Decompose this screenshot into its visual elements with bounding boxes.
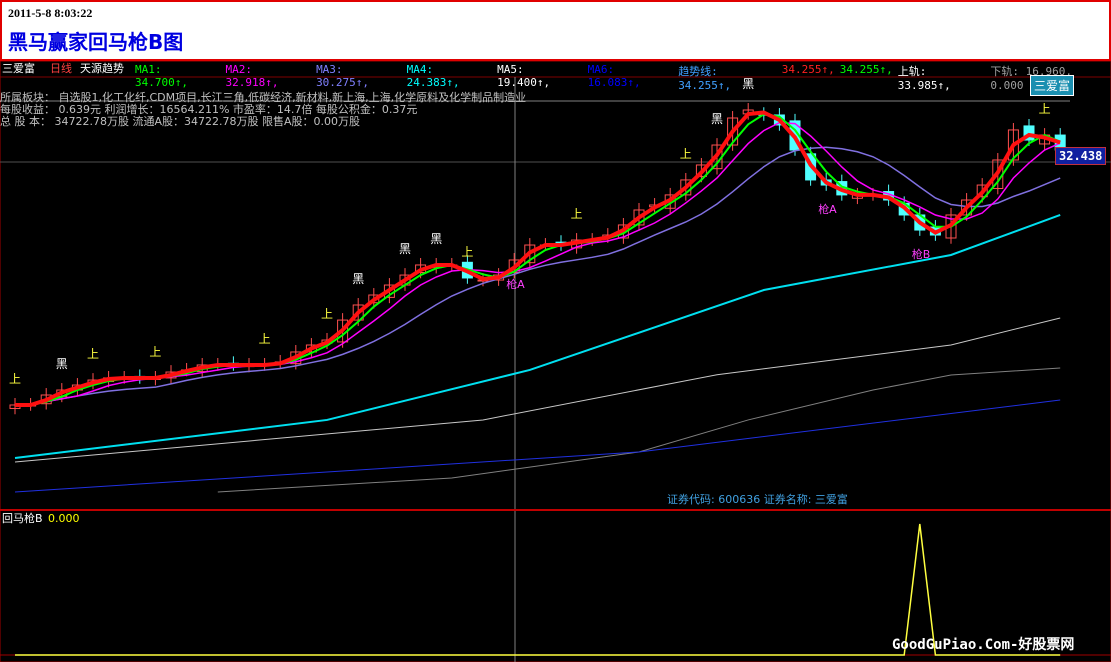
- annotation-label: 黑: [711, 112, 723, 126]
- annotation-label: 上: [321, 307, 333, 321]
- signal-label: 枪A: [818, 202, 837, 216]
- annotation-label: 上: [461, 245, 473, 259]
- annotation-label: 上: [149, 345, 161, 359]
- period-label[interactable]: 日线: [50, 63, 72, 75]
- annotation-label: 上: [680, 147, 692, 161]
- annotation-label: 黑: [430, 232, 442, 246]
- watermark: GoodGuPiao.Com-好股票网: [892, 637, 1075, 653]
- stock-chart[interactable]: 上黑上 上上上黑黑黑上上上黑黑上枪A枪A枪B: [0, 61, 1111, 662]
- header-value: MA6: 16.083↑,: [587, 63, 641, 89]
- info-shares: 总 股 本： 34722.78万股 流通A股：34722.78万股 限售A股：0…: [0, 115, 360, 128]
- stock-name: 三爱富: [2, 62, 35, 75]
- header-value: MA5: 19.400↑,: [497, 63, 551, 89]
- header-value: 34.255↑,: [781, 63, 835, 76]
- header-value: MA1: 34.700↑,: [135, 63, 188, 89]
- annotation-label: 黑: [56, 357, 68, 371]
- annotation-label: 上: [571, 207, 583, 221]
- indicator-name[interactable]: 天源趋势: [80, 63, 124, 75]
- signal-label: 枪B: [912, 247, 931, 261]
- header-value: 上轨: 33.985↑,: [897, 65, 951, 92]
- window-title: 黑马赢家回马枪B图: [8, 30, 184, 54]
- header-value: MA2: 32.918↑,: [225, 63, 279, 89]
- timestamp: 2011-5-8 8:03:22: [8, 6, 93, 20]
- annotation-label: 上: [259, 332, 271, 346]
- annotation-label: 黑: [399, 242, 411, 256]
- title-bar: 2011-5-8 8:03:22 黑马赢家回马枪B图: [0, 0, 1111, 61]
- stock-name-box: 三爱富: [1030, 75, 1075, 96]
- security-info: 证券代码: 600636 证券名称: 三爱富: [667, 493, 848, 506]
- annotation-label: 黑: [352, 272, 364, 286]
- header-value: MA4: 24.383↑,: [406, 63, 460, 89]
- sub-indicator-label: 回马枪B: [2, 512, 43, 525]
- annotation-label: 上: [1039, 102, 1051, 116]
- header-value: 34.255↑,: [839, 63, 893, 76]
- header-value: 趋势线: 34.255↑,: [678, 65, 732, 92]
- sub-indicator-value: 0.000: [48, 512, 80, 525]
- current-price-label: 32.438: [1055, 147, 1107, 165]
- header-value: MA3: 30.275↑,: [316, 63, 370, 89]
- annotation-label: 上: [87, 347, 99, 361]
- annotation-label: 上: [9, 372, 21, 386]
- signal-label: 枪A: [506, 277, 525, 291]
